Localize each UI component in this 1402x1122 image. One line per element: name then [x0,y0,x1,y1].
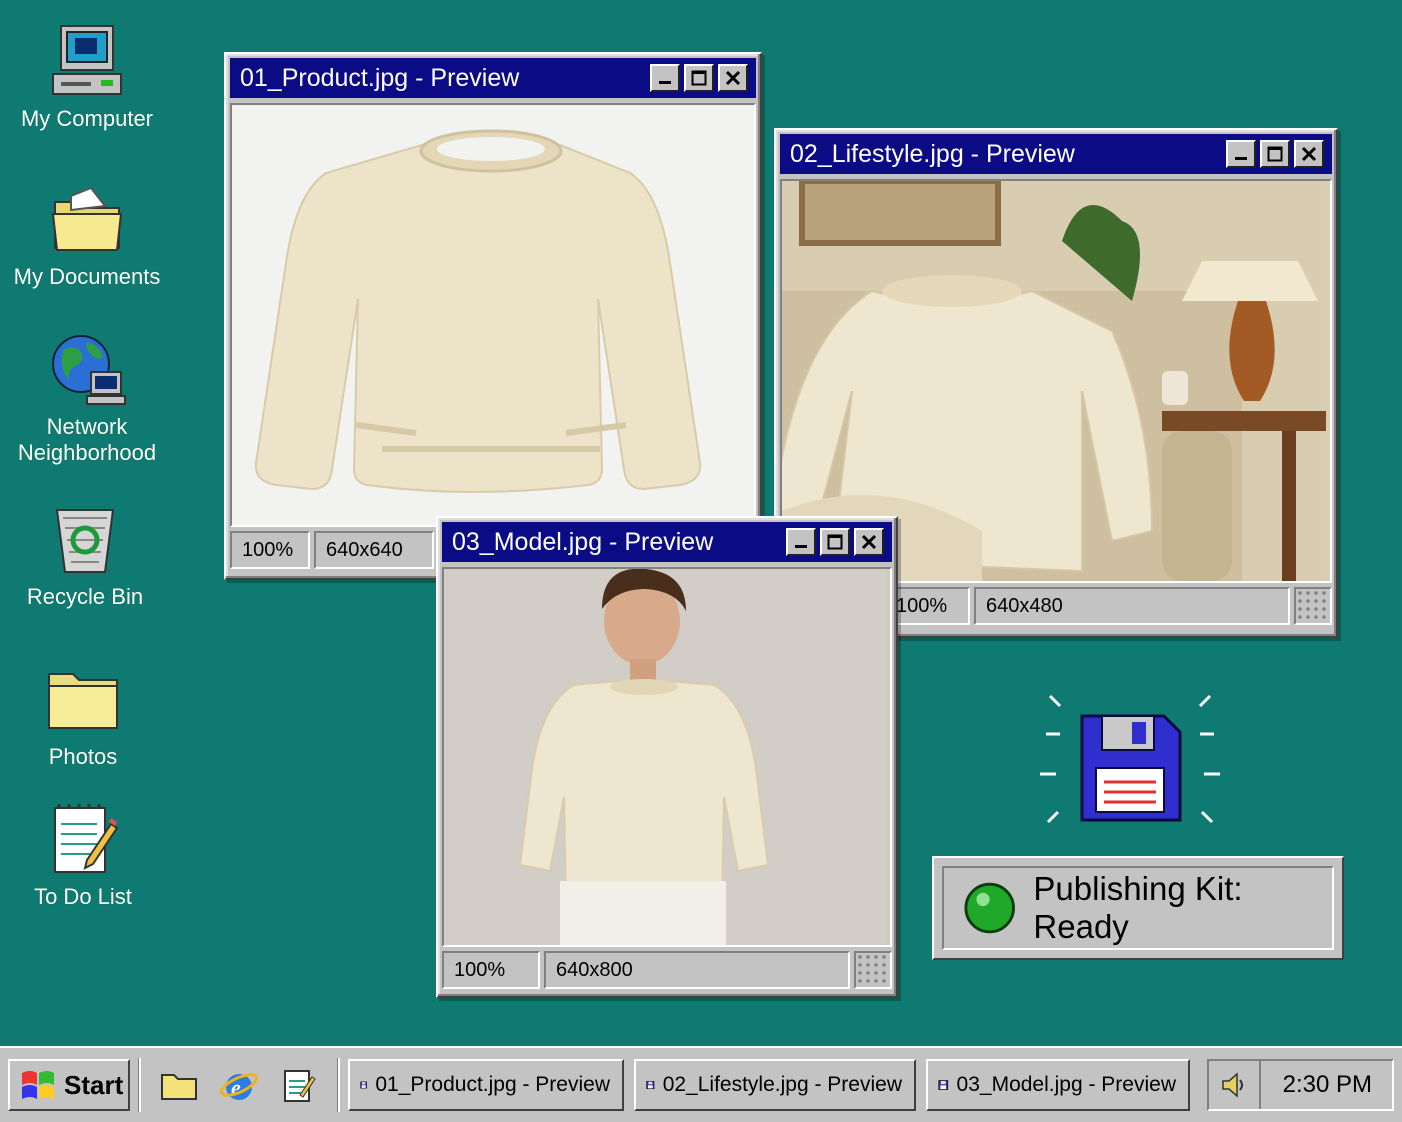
taskbar-separator [337,1058,340,1112]
maximize-icon [827,534,843,550]
taskbar-item-lifestyle[interactable]: 02_Lifestyle.jpg - Preview [634,1059,916,1111]
start-label: Start [64,1069,124,1100]
maximize-button[interactable] [684,64,714,92]
taskbar-item-label: 01_Product.jpg - Preview [375,1073,610,1096]
desktop-icon-label: My Documents [13,264,161,289]
window-title: 03_Model.jpg - Preview [452,527,714,556]
network-globe-icon [52,335,126,405]
window-product-preview[interactable]: 01_Product.jpg - Preview 100% 640x640 [224,52,762,580]
desktop-icon-photos[interactable]: Photos [0,660,168,770]
desktop-icon-label: To Do List [34,884,132,909]
resize-grip[interactable] [1294,587,1332,625]
sweater-model-photo [444,569,886,945]
minimize-icon [659,81,671,84]
title-bar[interactable]: 01_Product.jpg - Preview [230,58,756,98]
zoom-level: 100% [230,531,310,569]
desktop-icon-label: Recycle Bin [26,584,144,609]
image-dimensions: 640x800 [544,951,850,989]
taskbar: Start e 01_Product.jpg - Preview 02_Life… [0,1046,1402,1122]
image-dimensions: 640x640 [314,531,434,569]
desktop-icon-label: My Computer [20,106,154,131]
desktop-icon-to-do-list[interactable]: To Do List [0,800,168,910]
close-button[interactable] [854,528,884,556]
taskbar-item-product[interactable]: 01_Product.jpg - Preview [348,1059,624,1111]
close-button[interactable] [718,64,748,92]
maximize-button[interactable] [820,528,850,556]
maximize-button[interactable] [1260,140,1290,168]
desktop-icon-label: Network Neighborhood [17,414,157,465]
status-text: Publishing Kit: Ready [1033,870,1243,945]
taskbar-item-label: 03_Model.jpg - Preview [956,1073,1176,1096]
status-indicator-icon [964,882,1015,934]
quicklaunch-notepad[interactable] [279,1065,319,1105]
quicklaunch-explorer[interactable] [159,1065,199,1105]
image-dimensions: 640x480 [974,587,1290,625]
minimize-icon [795,545,807,548]
taskbar-item-label: 02_Lifestyle.jpg - Preview [662,1073,902,1096]
desktop-icon-recycle-bin[interactable]: Recycle Bin [0,500,170,610]
close-icon [861,534,877,550]
minimize-button[interactable] [786,528,816,556]
minimize-icon [1235,157,1247,160]
notepad-icon [284,1070,316,1102]
computer-icon [52,25,122,95]
floppy-disk-icon [1040,694,1220,824]
publishing-status-panel: Publishing Kit: Ready [932,856,1344,960]
maximize-icon [1267,146,1283,162]
taskbar-item-model[interactable]: 03_Model.jpg - Preview [926,1059,1190,1111]
volume-button[interactable] [1209,1071,1259,1099]
minimize-button[interactable] [650,64,680,92]
window-title: 01_Product.jpg - Preview [240,63,520,92]
floppy-disk-icon [938,1080,949,1090]
desktop-icon-my-computer[interactable]: My Computer [2,22,172,132]
taskbar-separator [138,1058,141,1112]
quicklaunch-browser[interactable]: e [219,1065,259,1105]
zoom-level: 100% [442,951,540,989]
notepad-icon [54,804,119,873]
desktop-icon-label: Photos [48,744,118,769]
minimize-button[interactable] [1226,140,1256,168]
floppy-disk-icon [646,1080,655,1090]
start-button[interactable]: Start [8,1059,130,1111]
sweater-product-photo [254,129,702,493]
close-button[interactable] [1294,140,1324,168]
product-image [230,103,756,527]
window-title: 02_Lifestyle.jpg - Preview [790,139,1075,168]
folder-icon [161,1074,197,1100]
close-icon [725,70,741,86]
window-model-preview[interactable]: 03_Model.jpg - Preview 100% 640x800 [436,516,898,998]
resize-grip[interactable] [854,951,892,989]
speaker-icon [1221,1072,1243,1098]
folder-documents-icon [51,186,123,251]
windows-logo-icon [22,1071,54,1099]
internet-explorer-icon: e [220,1073,258,1100]
system-tray: 2:30 PM [1206,1059,1394,1111]
floppy-disk-icon [360,1081,368,1089]
folder-icon [48,673,118,729]
recycle-bin-icon [55,509,115,573]
desktop-icon-my-documents[interactable]: My Documents [2,180,172,290]
title-bar[interactable]: 03_Model.jpg - Preview [442,522,892,562]
close-icon [1301,146,1317,162]
maximize-icon [691,70,707,86]
clock[interactable]: 2:30 PM [1258,1061,1392,1109]
desktop-icon-network-neighborhood[interactable]: Network Neighborhood [2,330,172,466]
title-bar[interactable]: 02_Lifestyle.jpg - Preview [780,134,1332,174]
model-image [442,567,892,947]
